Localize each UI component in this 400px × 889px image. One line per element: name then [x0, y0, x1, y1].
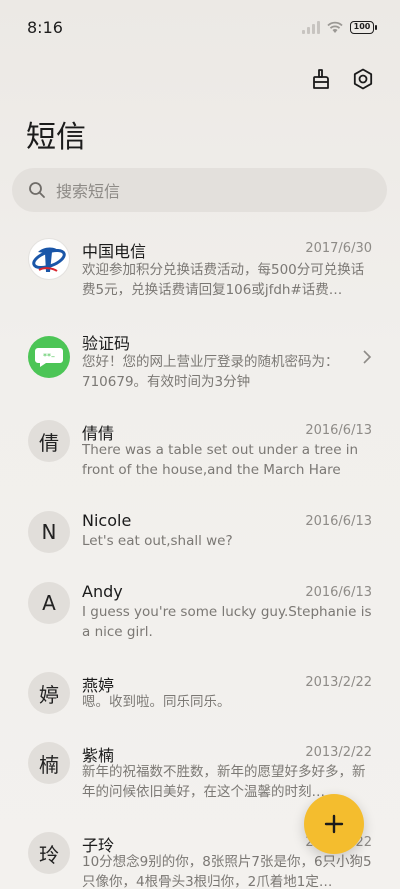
message-preview: I guess you're some lucky guy.Stephanie …: [82, 604, 372, 640]
plus-icon: [324, 814, 344, 834]
message-date: 2017/6/30: [305, 241, 372, 256]
message-date: 2016/6/13: [305, 423, 372, 438]
contact-name: 中国电信: [82, 242, 147, 261]
battery-indicator: 100: [350, 20, 377, 34]
svg-text:**–: **–: [43, 352, 55, 361]
message-preview: There was a table set out under a tree i…: [82, 442, 359, 478]
gear-icon: [353, 68, 373, 90]
list-item[interactable]: 中国电信 2017/6/30 欢迎参加积分兑换话费活动，每500分可兑换话费5元…: [0, 236, 400, 306]
status-icons: 100: [302, 20, 377, 34]
message-date: 2016/6/13: [305, 585, 372, 600]
status-time: 8:16: [27, 18, 63, 37]
contact-name: Nicole: [82, 511, 132, 530]
search-placeholder: 搜索短信: [56, 182, 121, 201]
clean-button[interactable]: [308, 66, 334, 92]
signal-icon: [302, 20, 320, 34]
list-item[interactable]: N Nicole 2016/6/13 Let's eat out,shall w…: [0, 511, 400, 561]
status-bar: 8:16 100: [0, 0, 400, 56]
page-title: 短信: [26, 120, 86, 155]
message-date: 2013/2/22: [305, 745, 372, 760]
message-preview: 欢迎参加积分兑换话费活动，每500分可兑换话费5元，兑换话费请回复106或jfd…: [82, 262, 365, 298]
search-input[interactable]: 搜索短信: [12, 168, 387, 212]
message-preview: 10分想念9别的你，8张照片7张是你，6只小狗5只像你，4根骨头3根归你，2爪着…: [82, 854, 372, 889]
top-actions: [308, 66, 376, 92]
list-item[interactable]: **– 验证码 您好！您的网上营业厅登录的随机密码为：710679。有效时间为3…: [0, 328, 400, 398]
avatar: 婷: [28, 672, 70, 714]
verification-code-icon: **–: [28, 336, 70, 378]
list-item[interactable]: 倩 倩倩 2016/6/13 There was a table set out…: [0, 420, 400, 490]
settings-button[interactable]: [350, 66, 376, 92]
broom-icon: [313, 69, 329, 89]
avatar: A: [28, 582, 70, 624]
wifi-icon: [327, 21, 343, 33]
contact-name: Andy: [82, 582, 123, 601]
avatar: N: [28, 511, 70, 553]
list-item[interactable]: A Andy 2016/6/13 I guess you're some luc…: [0, 582, 400, 652]
telecom-logo-icon: [28, 238, 70, 280]
message-preview: 您好！您的网上营业厅登录的随机密码为：710679。有效时间为3分钟: [82, 354, 339, 390]
message-date: 2016/6/13: [305, 514, 372, 529]
list-item[interactable]: 婷 燕婷 2013/2/22 嗯。收到啦。同乐同乐。: [0, 672, 400, 722]
new-message-button[interactable]: [304, 794, 364, 854]
message-date: 2013/2/22: [305, 675, 372, 690]
avatar: 楠: [28, 742, 70, 784]
contact-name: 验证码: [82, 334, 131, 353]
message-preview: Let's eat out,shall we?: [82, 533, 233, 549]
message-preview: 嗯。收到啦。同乐同乐。: [82, 694, 231, 710]
search-icon: [29, 182, 45, 198]
avatar: 倩: [28, 420, 70, 462]
avatar: 玲: [28, 832, 70, 874]
